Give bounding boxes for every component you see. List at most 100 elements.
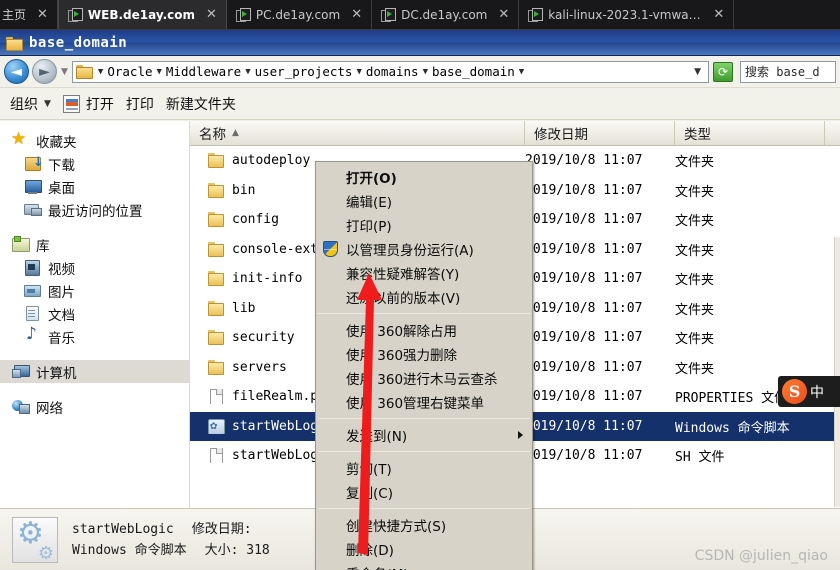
sidebar-item-downloads[interactable]: 下载 (0, 152, 189, 175)
file-name: init-info (232, 271, 303, 287)
menu-item-label: 打印(P) (346, 219, 392, 235)
column-header-type[interactable]: 类型 (675, 121, 825, 145)
breadcrumb-separator[interactable]: ▼ (242, 67, 253, 77)
menu-item-edit[interactable]: 编辑(E) (316, 189, 532, 213)
menu-item-send-to[interactable]: 发送到(N) (316, 423, 532, 447)
sidebar-item-favorites[interactable]: 收藏夹 (0, 129, 189, 152)
breadcrumb-item-base-domain[interactable]: base_domain (431, 64, 516, 79)
file-date: 2019/10/8 11:07 (525, 300, 643, 316)
menu-item-label: 还原以前的版本(V) (346, 291, 461, 307)
vm-tab-dc[interactable]: DC.de1ay.com ✕ (372, 0, 520, 29)
menu-item-restore-previous-versions[interactable]: 还原以前的版本(V) (316, 285, 532, 309)
sidebar-item-music[interactable]: 音乐 (0, 325, 189, 348)
downloads-icon (24, 156, 44, 171)
close-icon[interactable]: ✕ (206, 8, 217, 21)
close-icon[interactable]: ✕ (498, 8, 509, 21)
file-date: 2019/10/8 11:07 (525, 389, 643, 405)
vm-tab-kali[interactable]: kali-linux-2023.1-vmware-am... ✕ (519, 0, 735, 29)
menu-item-label: 删除(D) (346, 543, 394, 559)
file-type: 文件夹 (675, 243, 715, 259)
menu-item-label: 兼容性疑难解答(Y) (346, 267, 460, 283)
menu-item-run-as-administrator[interactable]: 以管理员身份运行(A) (316, 237, 532, 261)
file-name: autodeploy (232, 153, 311, 169)
breadcrumb-separator[interactable]: ▼ (420, 67, 431, 77)
column-header-date[interactable]: 修改日期 (525, 121, 675, 145)
history-dropdown-icon[interactable]: ▼ (61, 67, 68, 77)
refresh-icon[interactable]: ⟳ (713, 61, 733, 82)
sidebar-item-pictures[interactable]: 图片 (0, 279, 189, 302)
sidebar-item-libraries[interactable]: 库 (0, 233, 189, 256)
batch-file-icon (207, 418, 225, 434)
breadcrumb-separator[interactable]: ▼ (95, 67, 106, 77)
library-icon (12, 236, 30, 252)
vm-tab-home[interactable]: 主页 ✕ (0, 0, 58, 29)
vm-tab-web[interactable]: WEB.de1ay.com ✕ (57, 0, 227, 29)
sidebar-item-documents[interactable]: 文档 (0, 302, 189, 325)
folder-icon (207, 359, 224, 375)
file-date: 2019/10/8 11:07 (525, 153, 643, 169)
column-header-label: 名称 (199, 127, 226, 143)
chevron-down-icon[interactable]: ▼ (689, 67, 706, 77)
file-date: 2019/10/8 11:07 (525, 418, 643, 434)
menu-item-label: 使用 360进行木马云查杀 (346, 372, 498, 388)
window-titlebar: base_domain (0, 30, 840, 56)
sogou-ime-indicator[interactable]: S 中 (778, 376, 840, 407)
breadcrumb-separator[interactable]: ▼ (154, 67, 165, 77)
folder-icon (75, 65, 93, 79)
menu-item-360-release-occupancy[interactable]: 使用 360解除占用 (316, 318, 532, 342)
menu-item-compatibility-troubleshoot[interactable]: 兼容性疑难解答(Y) (316, 261, 532, 285)
folder-icon (207, 300, 224, 316)
star-icon (11, 129, 29, 149)
vertical-scrollbar[interactable] (834, 237, 840, 507)
print-button[interactable]: 打印 (126, 94, 166, 114)
organize-button[interactable]: 组织 ▼ (10, 94, 63, 114)
column-header-label: 类型 (684, 127, 711, 143)
menu-item-360-force-delete[interactable]: 使用 360强力删除 (316, 342, 532, 366)
menu-item-rename[interactable]: 重命名(M) (316, 561, 532, 570)
menu-item-copy[interactable]: 复制(C) (316, 480, 532, 504)
menu-item-create-shortcut[interactable]: 创建快捷方式(S) (316, 513, 532, 537)
open-button[interactable]: 打开 (62, 94, 126, 114)
menu-item-360-manage-context-menu[interactable]: 使用 360管理右键菜单 (316, 390, 532, 414)
sidebar-item-label: 音乐 (48, 330, 75, 347)
breadcrumb-separator[interactable]: ▼ (516, 67, 527, 77)
menu-item-360-trojan-scan[interactable]: 使用 360进行木马云查杀 (316, 366, 532, 390)
column-header-label: 修改日期 (534, 127, 588, 143)
close-icon[interactable]: ✕ (351, 8, 362, 21)
search-input[interactable]: 搜索 base_d (740, 60, 836, 83)
sidebar-item-videos[interactable]: 视频 (0, 256, 189, 279)
file-date: 2019/10/8 11:07 (525, 212, 643, 228)
address-bar[interactable]: ▼ Oracle ▼ Middleware ▼ user_projects ▼ … (71, 60, 709, 83)
new-folder-button[interactable]: 新建文件夹 (166, 94, 248, 114)
file-type-icon (12, 516, 58, 564)
file-date: 2019/10/8 11:07 (525, 271, 643, 287)
breadcrumb-item-oracle[interactable]: Oracle (106, 64, 153, 79)
vm-tab-pc[interactable]: PC.de1ay.com ✕ (227, 0, 373, 29)
print-label: 打印 (125, 96, 154, 113)
menu-item-open[interactable]: 打开(O) (316, 165, 532, 189)
sidebar-item-network[interactable]: 网络 (0, 395, 189, 418)
ime-mode-label[interactable]: 中 (810, 382, 824, 402)
open-file-icon (62, 94, 80, 113)
file-name: servers (232, 359, 287, 375)
forward-button[interactable]: ► (32, 59, 57, 84)
breadcrumb-item-middleware[interactable]: Middleware (165, 64, 242, 79)
menu-item-label: 编辑(E) (346, 195, 393, 211)
breadcrumb-item-user-projects[interactable]: user_projects (254, 64, 354, 79)
menu-item-delete[interactable]: 删除(D) (316, 537, 532, 561)
breadcrumb-separator[interactable]: ▼ (353, 67, 364, 77)
close-icon[interactable]: ✕ (713, 8, 724, 21)
breadcrumb-item-domains[interactable]: domains (365, 64, 420, 79)
sidebar-item-computer[interactable]: 计算机 (0, 360, 189, 383)
back-button[interactable]: ◄ (4, 59, 29, 84)
column-header-spacer (825, 121, 840, 145)
documents-icon (24, 306, 41, 321)
menu-item-print[interactable]: 打印(P) (316, 213, 532, 237)
file-date: 2019/10/8 11:07 (525, 448, 643, 464)
close-icon[interactable]: ✕ (37, 8, 48, 21)
sidebar-item-recent-places[interactable]: 最近访问的位置 (0, 198, 189, 221)
menu-item-cut[interactable]: 剪切(T) (316, 456, 532, 480)
column-header-name[interactable]: 名称 ▲ (190, 121, 525, 145)
chevron-down-icon: ▼ (44, 98, 51, 109)
sidebar-item-desktop[interactable]: 桌面 (0, 175, 189, 198)
